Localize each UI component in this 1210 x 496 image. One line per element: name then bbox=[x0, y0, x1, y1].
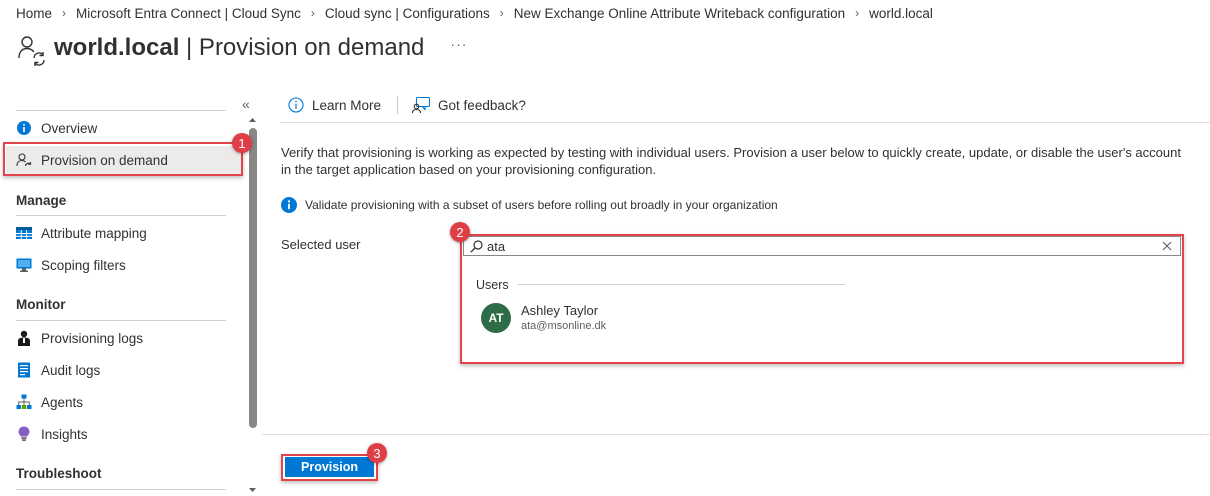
sidebar-item-attribute-mapping[interactable]: Attribute mapping bbox=[16, 219, 244, 247]
sidebar-item-scoping-filters[interactable]: Scoping filters bbox=[16, 251, 244, 279]
scroll-down-arrow-icon[interactable] bbox=[248, 486, 257, 495]
dropdown-group-header: Users bbox=[476, 278, 509, 292]
page-title-resource: world.local bbox=[54, 34, 180, 61]
log-icon bbox=[16, 362, 32, 378]
info-icon bbox=[16, 120, 32, 136]
sidebar-divider bbox=[16, 489, 226, 490]
sidebar-item-label: Provisioning logs bbox=[41, 330, 144, 346]
user-search-box[interactable] bbox=[463, 236, 1181, 256]
collapse-sidebar-button[interactable]: « bbox=[242, 96, 250, 112]
feedback-label: Got feedback? bbox=[438, 97, 526, 113]
sidebar-scrollbar-thumb[interactable] bbox=[249, 128, 257, 428]
table-icon bbox=[16, 225, 32, 241]
sidebar-item-label: Scoping filters bbox=[41, 257, 126, 273]
info-message-text: Validate provisioning with a subset of u… bbox=[305, 198, 778, 212]
scroll-up-arrow-icon[interactable] bbox=[248, 115, 257, 124]
user-search-input[interactable] bbox=[487, 237, 1158, 255]
chevron-right-icon: › bbox=[62, 6, 67, 20]
sidebar-section-monitor: Monitor bbox=[16, 297, 66, 312]
chevron-right-icon: › bbox=[499, 6, 504, 20]
feedback-button[interactable]: Got feedback? bbox=[412, 97, 526, 113]
network-icon bbox=[16, 394, 32, 410]
page-title-blade: | Provision on demand bbox=[179, 34, 425, 61]
sidebar-item-label: Audit logs bbox=[41, 362, 101, 378]
sidebar-item-agents[interactable]: Agents bbox=[16, 388, 244, 416]
learn-more-button[interactable]: Learn More bbox=[288, 97, 381, 113]
sidebar-divider bbox=[16, 320, 226, 321]
close-icon bbox=[1162, 241, 1172, 251]
breadcrumb-configuration[interactable]: New Exchange Online Attribute Writeback … bbox=[514, 6, 845, 21]
sidebar-item-label: Attribute mapping bbox=[41, 225, 147, 241]
user-sync-icon bbox=[16, 152, 32, 168]
sidebar-item-label: Provision on demand bbox=[41, 152, 168, 168]
person-icon bbox=[16, 330, 32, 346]
more-actions-button[interactable]: ··· bbox=[450, 36, 467, 52]
page-title: world.local | Provision on demand bbox=[54, 34, 424, 62]
monitor-icon bbox=[16, 257, 32, 273]
feedback-icon bbox=[412, 97, 431, 113]
step-badge-1: 1 bbox=[232, 133, 252, 153]
search-icon bbox=[470, 239, 483, 253]
info-outline-icon bbox=[288, 97, 304, 113]
selected-user-label: Selected user bbox=[281, 237, 361, 252]
provision-button[interactable]: Provision bbox=[285, 457, 374, 477]
sidebar-item-overview[interactable]: Overview bbox=[16, 114, 244, 142]
user-search-dropdown: Users AT Ashley Taylor ata@msonline.dk bbox=[463, 257, 1181, 362]
page-description: Verify that provisioning is working as e… bbox=[281, 145, 1181, 177]
info-message: Validate provisioning with a subset of u… bbox=[281, 196, 778, 214]
sidebar-divider bbox=[16, 110, 226, 111]
toolbar-separator bbox=[397, 96, 399, 114]
lightbulb-icon bbox=[16, 426, 32, 442]
sidebar-item-label: Agents bbox=[41, 394, 84, 410]
page-header: world.local | Provision on demand ··· bbox=[16, 30, 467, 66]
user-sync-icon bbox=[18, 36, 45, 66]
dropdown-group-divider bbox=[518, 284, 845, 285]
clear-search-button[interactable] bbox=[1158, 237, 1176, 255]
step-badge-2: 2 bbox=[450, 222, 470, 242]
user-option-ashley-taylor[interactable]: AT Ashley Taylor ata@msonline.dk bbox=[481, 303, 606, 333]
sidebar-item-insights[interactable]: Insights bbox=[16, 420, 244, 448]
sidebar-divider bbox=[16, 215, 226, 216]
chevron-right-icon: › bbox=[310, 6, 315, 20]
sidebar-section-troubleshoot: Troubleshoot bbox=[16, 466, 102, 481]
sidebar-item-audit-logs[interactable]: Audit logs bbox=[16, 356, 244, 384]
toolbar-divider bbox=[280, 122, 1210, 123]
footer-divider bbox=[262, 434, 1210, 435]
command-bar: Learn More Got feedback? bbox=[288, 94, 526, 116]
step-badge-3: 3 bbox=[367, 443, 387, 463]
sidebar-section-manage: Manage bbox=[16, 193, 67, 208]
user-option-name: Ashley Taylor bbox=[521, 303, 599, 318]
breadcrumb-entra-connect[interactable]: Microsoft Entra Connect | Cloud Sync bbox=[76, 6, 301, 21]
sidebar-item-label: Insights bbox=[41, 426, 88, 442]
breadcrumb-cloud-sync-configurations[interactable]: Cloud sync | Configurations bbox=[325, 6, 490, 21]
breadcrumb-home[interactable]: Home bbox=[16, 6, 52, 21]
info-icon bbox=[281, 197, 297, 213]
sidebar-item-label: Overview bbox=[41, 120, 98, 136]
sidebar-item-provisioning-logs[interactable]: Provisioning logs bbox=[16, 324, 244, 352]
breadcrumb: Home › Microsoft Entra Connect | Cloud S… bbox=[16, 4, 933, 22]
user-option-email: ata@msonline.dk bbox=[521, 320, 607, 332]
avatar: AT bbox=[481, 303, 511, 333]
learn-more-label: Learn More bbox=[312, 97, 382, 113]
breadcrumb-world-local[interactable]: world.local bbox=[869, 6, 933, 21]
chevron-right-icon: › bbox=[855, 6, 860, 20]
sidebar-item-provision-on-demand[interactable]: Provision on demand bbox=[6, 146, 242, 174]
